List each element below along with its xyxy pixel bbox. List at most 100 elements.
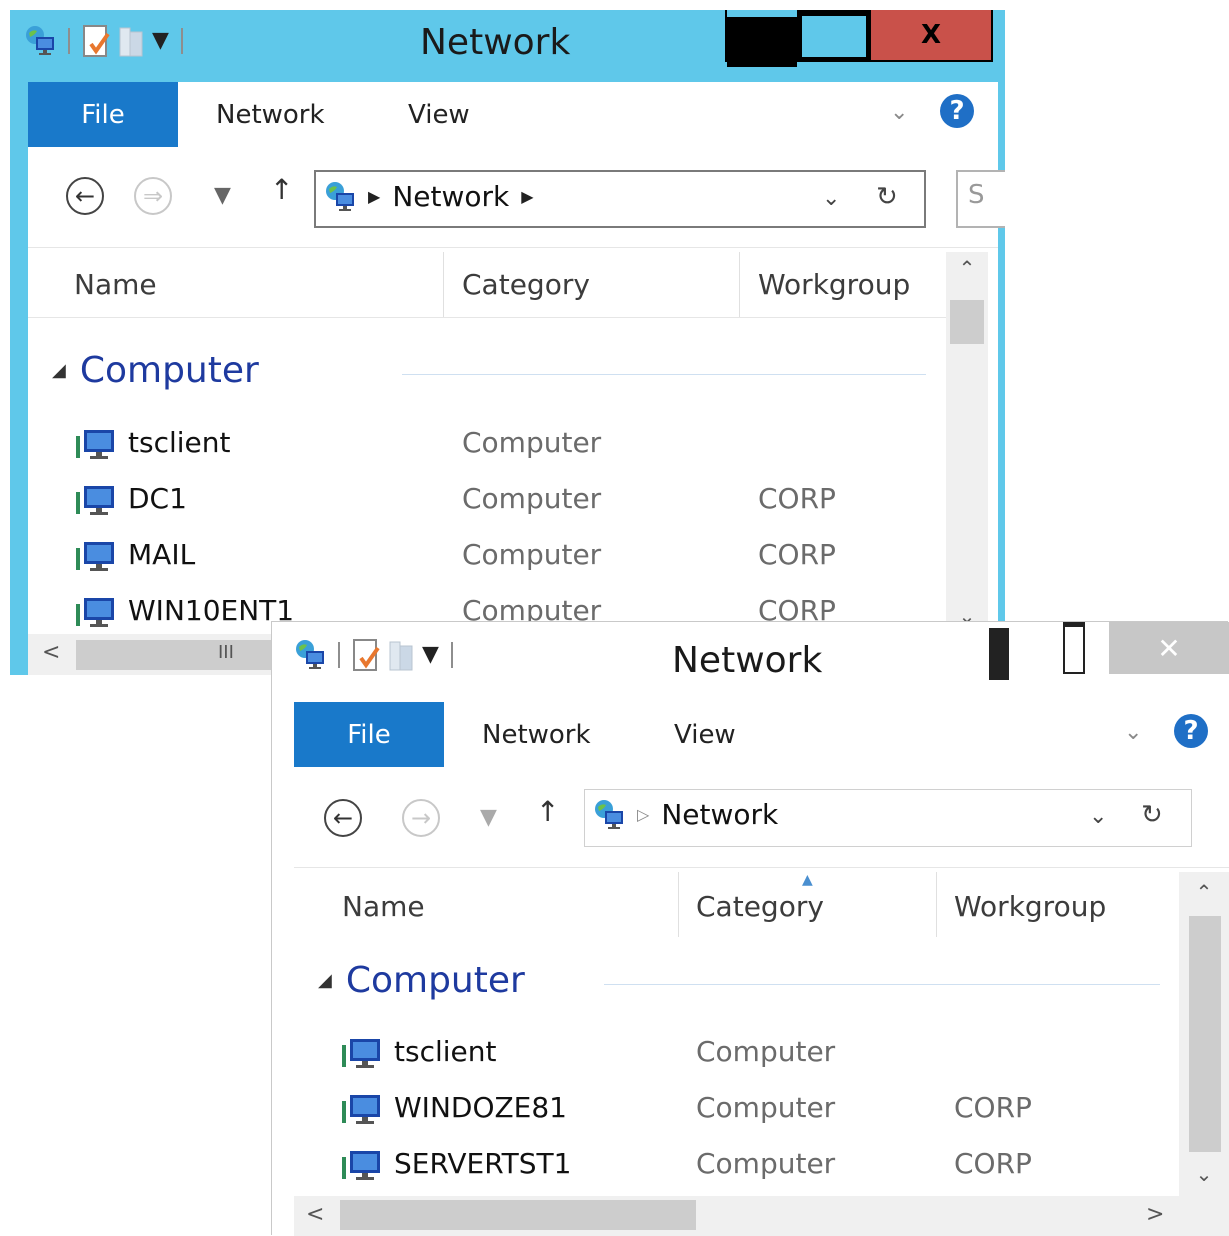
- group-header-computer[interactable]: ◢︎ Computer: [52, 350, 259, 391]
- address-bar[interactable]: ▷︎ Network ⌄ ↻: [584, 789, 1192, 847]
- network-icon: [296, 640, 324, 669]
- minimize-button[interactable]: [727, 10, 799, 67]
- list-item[interactable]: tsclient Computer: [294, 1024, 1179, 1080]
- group-header-computer[interactable]: ◢︎ Computer: [318, 960, 525, 1001]
- vertical-scrollbar[interactable]: ⌃ ⌄: [946, 252, 988, 634]
- item-workgroup: CORP: [954, 1147, 1032, 1180]
- back-button[interactable]: ←: [66, 177, 104, 215]
- item-name: WIN10ENT1: [72, 583, 294, 639]
- scroll-left-icon[interactable]: <: [42, 640, 60, 665]
- list-item[interactable]: WINDOZE81 Computer CORP: [294, 1080, 1179, 1136]
- horizontal-scrollbar[interactable]: < >: [294, 1196, 1229, 1236]
- column-header-workgroup[interactable]: Workgroup: [758, 268, 910, 301]
- close-button[interactable]: X: [871, 10, 991, 60]
- tab-network[interactable]: Network: [482, 702, 591, 767]
- scrollbar-thumb[interactable]: [340, 1200, 696, 1230]
- tab-file[interactable]: File: [294, 702, 444, 767]
- recent-locations-dropdown-icon[interactable]: ▼︎: [480, 805, 497, 830]
- item-name: tsclient: [338, 1024, 496, 1080]
- minimize-button[interactable]: [959, 622, 1039, 680]
- tab-network[interactable]: Network: [216, 82, 325, 147]
- column-header-name[interactable]: Name: [342, 890, 425, 923]
- column-divider[interactable]: [678, 872, 679, 937]
- breadcrumb-separator-icon[interactable]: ▶︎: [368, 187, 380, 206]
- item-category: Computer: [462, 482, 602, 515]
- quick-access-toolbar: ▼︎: [24, 24, 187, 58]
- customize-toolbar-icon[interactable]: ▼︎: [152, 30, 169, 52]
- computer-icon: [342, 1095, 380, 1124]
- breadcrumb-network[interactable]: Network: [392, 180, 509, 213]
- search-box[interactable]: S: [956, 170, 1005, 228]
- recent-locations-dropdown-icon[interactable]: ▼︎: [214, 183, 231, 208]
- up-arrow-icon[interactable]: ↑: [536, 795, 559, 828]
- list-item[interactable]: tsclient Computer: [28, 415, 946, 471]
- tab-view[interactable]: View: [408, 82, 470, 147]
- back-button[interactable]: ←: [324, 799, 362, 837]
- group-divider: [402, 374, 926, 375]
- breadcrumb-network[interactable]: Network: [661, 798, 778, 831]
- item-name: SERVERTST1: [338, 1136, 571, 1192]
- refresh-icon[interactable]: ↻: [1141, 800, 1163, 830]
- column-divider[interactable]: [739, 252, 740, 317]
- help-icon[interactable]: ?: [1174, 714, 1208, 748]
- properties-icon[interactable]: [82, 24, 110, 58]
- up-arrow-icon[interactable]: ↑: [270, 173, 293, 206]
- maximize-button[interactable]: [799, 10, 871, 60]
- computer-icon: [76, 542, 114, 571]
- breadcrumb-separator-icon[interactable]: ▷︎: [637, 805, 649, 824]
- window-content: File Network View ⌄ ? ← → ▼︎ ↑ ▷︎ Networ…: [294, 702, 1229, 1236]
- item-name: WINDOZE81: [338, 1080, 567, 1136]
- list-item[interactable]: MAIL Computer CORP: [28, 527, 946, 583]
- back-arrow-icon: ←: [74, 182, 96, 210]
- tab-view[interactable]: View: [674, 702, 736, 767]
- title-bar[interactable]: ▼︎ Network X: [10, 10, 1005, 82]
- window-content: File Network View ⌄ ? ← ⇒ ▼︎ ↑ ▶︎ Networ…: [28, 82, 1005, 675]
- scroll-left-icon[interactable]: <: [306, 1202, 324, 1227]
- scroll-right-icon[interactable]: >: [1146, 1202, 1164, 1227]
- close-button[interactable]: ✕: [1109, 622, 1229, 674]
- expand-ribbon-chevron-icon[interactable]: ⌄: [1124, 720, 1142, 745]
- collapse-group-icon[interactable]: ◢︎: [318, 970, 332, 991]
- column-header-category[interactable]: Category: [462, 268, 590, 301]
- item-name-text: MAIL: [128, 538, 196, 571]
- scrollbar-thumb[interactable]: [950, 300, 984, 344]
- scroll-up-icon[interactable]: ⌃: [946, 256, 988, 286]
- new-folder-icon[interactable]: [118, 24, 144, 58]
- forward-button[interactable]: →: [402, 799, 440, 837]
- maximize-button[interactable]: [1039, 622, 1109, 674]
- scrollbar-thumb[interactable]: [1189, 916, 1221, 1152]
- address-dropdown-icon[interactable]: ⌄: [1089, 804, 1107, 829]
- address-bar[interactable]: ▶︎ Network ▶︎ ⌄ ↻: [314, 170, 926, 228]
- properties-icon[interactable]: [352, 638, 380, 672]
- group-divider: [604, 984, 1160, 985]
- collapse-group-icon[interactable]: ◢︎: [52, 360, 66, 381]
- list-item[interactable]: SERVERTST1 Computer CORP: [294, 1136, 1179, 1192]
- network-window-1: ▼︎ Network X File Network View ⌄ ? ← ⇒ ▼…: [10, 10, 1005, 675]
- address-dropdown-icon[interactable]: ⌄: [822, 186, 840, 211]
- column-header-category[interactable]: Category: [696, 890, 824, 923]
- new-folder-icon[interactable]: [388, 638, 414, 672]
- breadcrumb-separator-icon[interactable]: ▶︎: [521, 187, 533, 206]
- forward-button[interactable]: ⇒: [134, 177, 172, 215]
- tab-file[interactable]: File: [28, 82, 178, 147]
- column-divider[interactable]: [936, 872, 937, 937]
- item-name: tsclient: [72, 415, 230, 471]
- column-header-workgroup[interactable]: Workgroup: [954, 890, 1106, 923]
- item-name-text: SERVERTST1: [394, 1147, 572, 1180]
- vertical-scrollbar[interactable]: ⌃ ⌄: [1179, 872, 1229, 1196]
- scroll-up-icon[interactable]: ⌃: [1179, 880, 1229, 910]
- quick-access-toolbar: ▼︎: [294, 638, 457, 672]
- maximize-icon: [1063, 622, 1085, 674]
- column-header-name[interactable]: Name: [74, 268, 157, 301]
- breadcrumb: ▷︎ Network: [593, 798, 778, 831]
- column-divider[interactable]: [443, 252, 444, 317]
- customize-toolbar-icon[interactable]: ▼︎: [422, 644, 439, 666]
- expand-ribbon-chevron-icon[interactable]: ⌄: [890, 100, 908, 125]
- caption-buttons: ✕: [959, 622, 1229, 680]
- list-item[interactable]: DC1 Computer CORP: [28, 471, 946, 527]
- sort-ascending-icon: ▲︎: [802, 872, 813, 888]
- help-icon[interactable]: ?: [940, 94, 974, 128]
- toolbar-separator: [68, 28, 70, 54]
- scroll-down-icon[interactable]: ⌄: [1179, 1162, 1229, 1192]
- refresh-icon[interactable]: ↻: [876, 182, 898, 212]
